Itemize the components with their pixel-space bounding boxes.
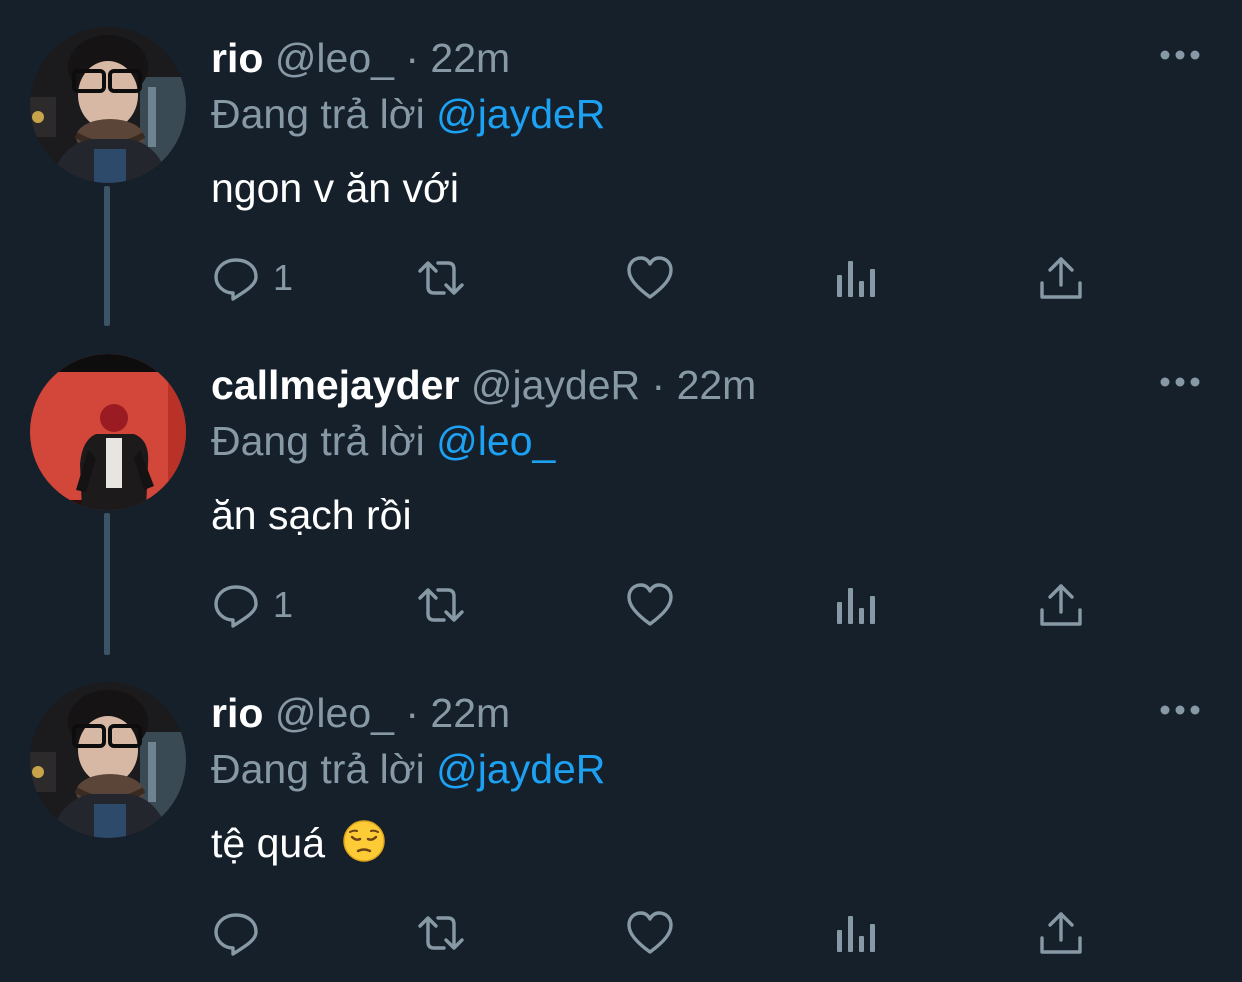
mention-link[interactable]: @jaydeR [436, 91, 605, 137]
retweet-icon [416, 580, 466, 630]
tweet-header: callmejayder @jaydeR · 22m [211, 360, 756, 410]
avatar[interactable] [30, 682, 186, 838]
display-name[interactable]: callmejayder [211, 362, 459, 408]
user-handle[interactable]: @leo_ [275, 35, 394, 81]
analytics-button[interactable] [831, 250, 881, 306]
replying-to: Đang trả lời @leo_ [211, 416, 555, 466]
more-icon[interactable] [1158, 48, 1202, 62]
mention-link[interactable]: @leo_ [436, 418, 555, 464]
tweet-header: rio @leo_ · 22m [211, 33, 510, 83]
like-icon [625, 580, 675, 630]
retweet-button[interactable] [416, 250, 466, 306]
analytics-icon [831, 580, 881, 630]
avatar[interactable] [30, 27, 186, 183]
display-name[interactable]: rio [211, 690, 263, 736]
replying-to-label: Đang trả lời [211, 91, 425, 137]
analytics-icon [831, 253, 881, 303]
tweet-actions: 1 [211, 577, 1111, 633]
like-icon [625, 253, 675, 303]
like-button[interactable] [625, 577, 675, 633]
analytics-button[interactable] [831, 577, 881, 633]
avatar[interactable] [30, 354, 186, 510]
timestamp[interactable]: 22m [677, 362, 757, 408]
tweet-text: tệ quá [211, 820, 325, 866]
replying-to-label: Đang trả lời [211, 746, 425, 792]
like-button[interactable] [625, 905, 675, 961]
tweet-header: rio @leo_ · 22m [211, 688, 510, 738]
replying-to: Đang trả lời @jaydeR [211, 89, 605, 139]
user-handle[interactable]: @jaydeR [471, 362, 640, 408]
retweet-button[interactable] [416, 905, 466, 961]
tweet[interactable]: callmejayder @jaydeR · 22m Đang trả lời … [0, 327, 1242, 654]
reply-count: 1 [273, 257, 294, 298]
replying-to-label: Đang trả lời [211, 418, 425, 464]
tweet-actions [211, 905, 1111, 961]
user-handle[interactable]: @leo_ [275, 690, 394, 736]
reply-count: 1 [273, 584, 294, 625]
reply-icon [211, 908, 261, 958]
reply-icon [211, 253, 261, 303]
tweet-text: ăn sạch rồi [211, 492, 412, 538]
more-icon[interactable] [1158, 703, 1202, 717]
mention-link[interactable]: @jaydeR [436, 746, 605, 792]
tweet-actions: 1 [211, 250, 1111, 306]
tweet[interactable]: rio @leo_ · 22m Đang trả lời @jaydeR ngo… [0, 0, 1242, 327]
pensive-face-emoji [342, 819, 386, 863]
share-icon [1036, 908, 1086, 958]
separator-dot: · [405, 35, 420, 81]
reply-button[interactable] [211, 905, 273, 961]
tweet[interactable]: rio @leo_ · 22m Đang trả lời @jaydeR tệ … [0, 655, 1242, 982]
like-button[interactable] [625, 250, 675, 306]
share-button[interactable] [1036, 905, 1086, 961]
separator-dot: · [651, 362, 666, 408]
separator-dot: · [405, 690, 420, 736]
retweet-icon [416, 253, 466, 303]
reply-button[interactable]: 1 [211, 250, 293, 306]
timestamp[interactable]: 22m [430, 35, 510, 81]
replying-to: Đang trả lời @jaydeR [211, 744, 605, 794]
reply-button[interactable]: 1 [211, 577, 293, 633]
more-icon[interactable] [1158, 375, 1202, 389]
retweet-icon [416, 908, 466, 958]
like-icon [625, 908, 675, 958]
tweet-text: ngon v ăn với [211, 165, 459, 211]
share-icon [1036, 253, 1086, 303]
reply-icon [211, 580, 261, 630]
tweet-text-container: tệ quá [211, 818, 386, 868]
retweet-button[interactable] [416, 577, 466, 633]
analytics-icon [831, 908, 881, 958]
conversation-thread: rio @leo_ · 22m Đang trả lời @jaydeR ngo… [0, 0, 1242, 979]
display-name[interactable]: rio [211, 35, 263, 81]
share-button[interactable] [1036, 250, 1086, 306]
share-icon [1036, 580, 1086, 630]
timestamp[interactable]: 22m [430, 690, 510, 736]
analytics-button[interactable] [831, 905, 881, 961]
share-button[interactable] [1036, 577, 1086, 633]
